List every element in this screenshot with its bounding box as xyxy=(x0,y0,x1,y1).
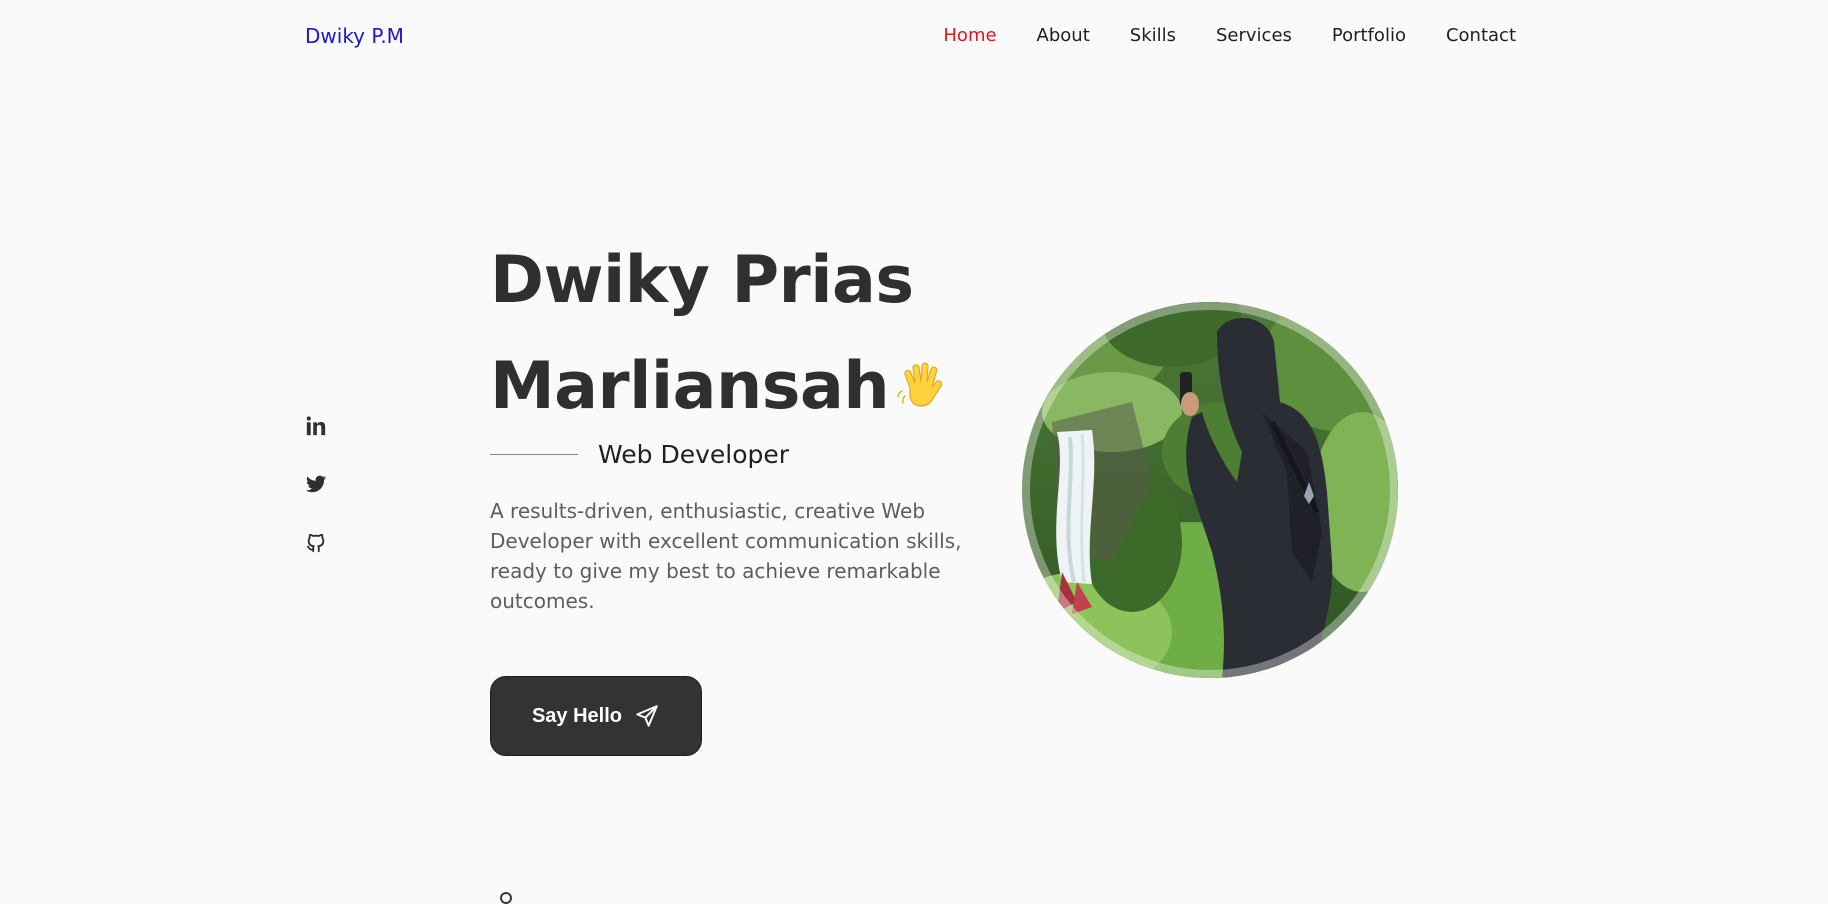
profile-photo xyxy=(1022,302,1398,678)
nav-item-services: Services xyxy=(1216,25,1292,46)
nav-item-portfolio: Portfolio xyxy=(1332,25,1406,46)
nav-item-about: About xyxy=(1037,25,1090,46)
subtitle-row: Web Developer xyxy=(490,440,789,469)
nav-item-contact: Contact xyxy=(1446,25,1516,46)
hero-subtitle: Web Developer xyxy=(598,440,790,469)
nav-menu: Home About Skills Services Portfolio Con… xyxy=(943,25,1516,46)
navbar: Dwiky P.M Home About Skills Services Por… xyxy=(0,0,1828,74)
nav-link-about[interactable]: About xyxy=(1037,25,1090,46)
linkedin-icon[interactable] xyxy=(305,415,331,439)
hero-intro: Dwiky Prias Marliansah Web Developer A r… xyxy=(490,228,980,756)
nav-link-services[interactable]: Services xyxy=(1216,25,1292,46)
hero-title-line2: Marliansah xyxy=(490,349,890,424)
nav-item-home: Home xyxy=(943,25,996,46)
scroll-indicator xyxy=(500,892,512,904)
nav-link-home[interactable]: Home xyxy=(943,25,996,46)
nav-link-portfolio[interactable]: Portfolio xyxy=(1332,25,1406,46)
nav-item-skills: Skills xyxy=(1130,25,1176,46)
paper-plane-icon xyxy=(634,703,660,729)
subtitle-divider xyxy=(490,454,578,455)
nav-link-contact[interactable]: Contact xyxy=(1446,25,1516,46)
hero-title: Dwiky Prias Marliansah xyxy=(490,228,980,440)
brand-logo[interactable]: Dwiky P.M xyxy=(305,24,404,48)
hero-title-line1: Dwiky Prias xyxy=(490,243,914,318)
hero-description: A results-driven, enthusiastic, creative… xyxy=(490,499,962,613)
hero-title-line2-wrap: Marliansah xyxy=(490,334,980,440)
github-icon[interactable] xyxy=(305,531,331,555)
waving-hand-icon xyxy=(895,338,947,407)
social-links xyxy=(305,415,331,555)
say-hello-label: Say Hello xyxy=(531,704,623,727)
say-hello-button[interactable]: Say Hello xyxy=(490,676,702,756)
nav-link-skills[interactable]: Skills xyxy=(1130,25,1176,46)
twitter-icon[interactable] xyxy=(305,473,331,497)
